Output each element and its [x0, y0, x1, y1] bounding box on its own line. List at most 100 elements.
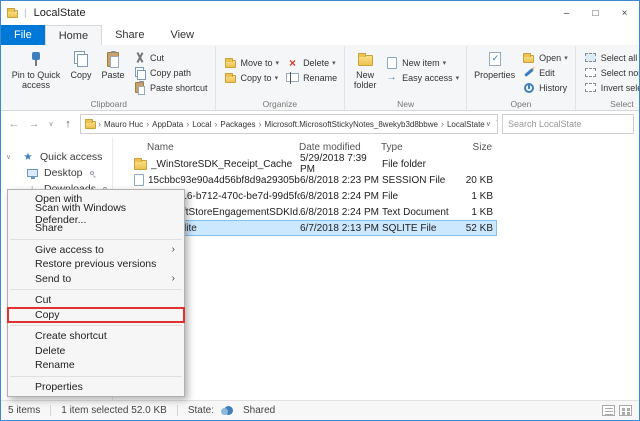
new-item-button[interactable]: New item ▾ [381, 55, 462, 70]
menu-item-cut[interactable]: Cut [8, 293, 184, 308]
copy-path-button[interactable]: Copy path [129, 65, 211, 80]
new-item-icon [386, 56, 397, 69]
breadcrumb-chevron[interactable]: › [439, 119, 446, 129]
address-dropdown-icon[interactable]: ∨ [486, 120, 491, 128]
items-count: 5 items [8, 405, 41, 416]
ribbon-group-open: Properties Open ▾ Edit History [467, 46, 576, 110]
statusbar-divider [176, 405, 178, 416]
breadcrumb-chevron[interactable]: › [212, 119, 219, 129]
delete-button[interactable]: × Delete ▾ [282, 55, 340, 70]
sidebar-item-desktop[interactable]: Desktop [1, 165, 112, 181]
cut-button[interactable]: Cut [129, 50, 211, 65]
breadcrumb-chevron[interactable]: › [144, 119, 151, 129]
menu-item-restore-previous-versions[interactable]: Restore previous versions [8, 257, 184, 272]
back-button[interactable]: ← [6, 118, 22, 130]
rename-icon [286, 72, 300, 84]
open-button[interactable]: Open ▾ [518, 50, 571, 65]
column-header-size[interactable]: Size [457, 142, 495, 153]
menu-separator [10, 375, 182, 377]
breadcrumb-segment[interactable]: Mauro Huc [103, 120, 144, 129]
move-to-button[interactable]: Move to ▾ [220, 55, 283, 70]
new-folder-label: New folder [353, 70, 377, 91]
properties-label: Properties [474, 70, 516, 80]
titlebar: | LocalState – □ × [1, 1, 639, 25]
tab-home[interactable]: Home [44, 25, 103, 45]
menu-item-label: Send to [35, 272, 72, 285]
menu-item-send-to[interactable]: Send to › [8, 272, 184, 287]
column-header-name[interactable]: Name [117, 142, 299, 153]
up-button[interactable]: ↑ [60, 118, 76, 130]
easy-access-button[interactable]: → Easy access ▾ [381, 70, 462, 85]
sidebar-item-label: Quick access [40, 151, 103, 163]
menu-item-label: Copy [35, 308, 60, 321]
new-item-label: New item [402, 57, 440, 68]
copy-icon [73, 51, 89, 67]
menu-item-properties[interactable]: Properties [8, 380, 184, 395]
menu-item-label: Delete [35, 344, 66, 357]
menu-item-delete[interactable]: Delete [8, 344, 184, 359]
paste-button[interactable]: Paste [97, 47, 129, 98]
breadcrumb-segment[interactable]: Local [191, 120, 212, 129]
search-input[interactable] [502, 114, 634, 134]
menu-item-copy[interactable]: Copy [7, 306, 185, 323]
easy-access-icon: → [386, 72, 397, 83]
file-type: File folder [382, 158, 426, 170]
window-controls: – □ × [552, 1, 639, 25]
properties-button[interactable]: Properties [471, 47, 518, 98]
selection-info: 1 item selected 52.0 KB [61, 405, 167, 416]
cut-label: Cut [150, 52, 165, 63]
address-bar[interactable]: › Mauro Huc › AppData › Local › Packages… [80, 114, 498, 134]
menu-item-scan-with-windows-defender[interactable]: Scan with Windows Defender... [8, 202, 184, 226]
menu-item-rename[interactable]: Rename [8, 358, 184, 373]
copy-to-label: Copy to [240, 72, 272, 83]
copy-to-folder-icon [224, 72, 236, 83]
column-header-type[interactable]: Type [381, 142, 457, 153]
column-header-date-modified[interactable]: Date modified [299, 142, 381, 153]
breadcrumb-chevron[interactable]: › [184, 119, 191, 129]
recent-locations-button[interactable]: ∨ [46, 120, 56, 128]
breadcrumb-segment[interactable]: Microsoft.MicrosoftStickyNotes_8wekyb3d8… [264, 120, 439, 129]
chevron-down-icon[interactable]: ∨ [6, 153, 11, 161]
pin-to-quick-access-button[interactable]: Pin to Quick access [7, 47, 65, 98]
maximize-button[interactable]: □ [581, 1, 610, 25]
refresh-icon[interactable]: ↻ [496, 119, 497, 130]
minimize-button[interactable]: – [552, 1, 581, 25]
rename-button[interactable]: Rename [282, 70, 340, 85]
file-type: File [382, 190, 399, 202]
open-group-label: Open [510, 99, 532, 109]
thumbnails-view-toggle-icon[interactable] [619, 405, 632, 416]
select-none-button[interactable]: Select none [580, 65, 639, 80]
breadcrumb-segment[interactable]: LocalState [446, 120, 486, 129]
file-row[interactable]: 15cbbc93e90a4d56bf8d9a29305b8981... 6/8/… [117, 172, 497, 188]
edit-pencil-icon [523, 68, 534, 77]
desktop-icon [26, 169, 38, 179]
sidebar-item-quick-access[interactable]: ∨ ★ Quick access [1, 149, 112, 165]
breadcrumb-segment[interactable]: Packages [219, 120, 256, 129]
copy-button[interactable]: Copy [65, 47, 97, 98]
breadcrumb-chevron[interactable]: › [257, 119, 264, 129]
breadcrumb-chevron[interactable]: › [96, 119, 103, 129]
file-date: 6/8/2018 2:24 PM [300, 190, 379, 202]
select-all-button[interactable]: Select all [580, 50, 639, 65]
tab-view[interactable]: View [157, 25, 207, 45]
file-type: SESSION File [382, 174, 446, 186]
breadcrumb-segment[interactable]: AppData [151, 120, 184, 129]
file-date: 6/8/2018 2:23 PM [300, 174, 379, 186]
tab-file[interactable]: File [1, 25, 45, 45]
paste-shortcut-button[interactable]: Paste shortcut [129, 80, 211, 95]
edit-button[interactable]: Edit [518, 65, 571, 80]
history-button[interactable]: History [518, 80, 571, 95]
close-button[interactable]: × [610, 1, 639, 25]
menu-item-create-shortcut[interactable]: Create shortcut [8, 329, 184, 344]
invert-selection-button[interactable]: Invert selection [580, 80, 639, 95]
menu-item-give-access-to[interactable]: Give access to › [8, 243, 184, 258]
details-view-toggle-icon[interactable] [602, 405, 615, 416]
history-label: History [539, 82, 568, 93]
copy-to-button[interactable]: Copy to ▾ [220, 70, 283, 85]
new-folder-button[interactable]: New folder [349, 47, 381, 98]
open-label: Open [539, 52, 562, 63]
clipboard-group-label: Clipboard [90, 99, 127, 109]
file-row[interactable]: _WinStoreSDK_Receipt_Cache 5/29/2018 7:3… [117, 153, 497, 175]
tab-share[interactable]: Share [102, 25, 157, 45]
forward-button[interactable]: → [26, 118, 42, 130]
